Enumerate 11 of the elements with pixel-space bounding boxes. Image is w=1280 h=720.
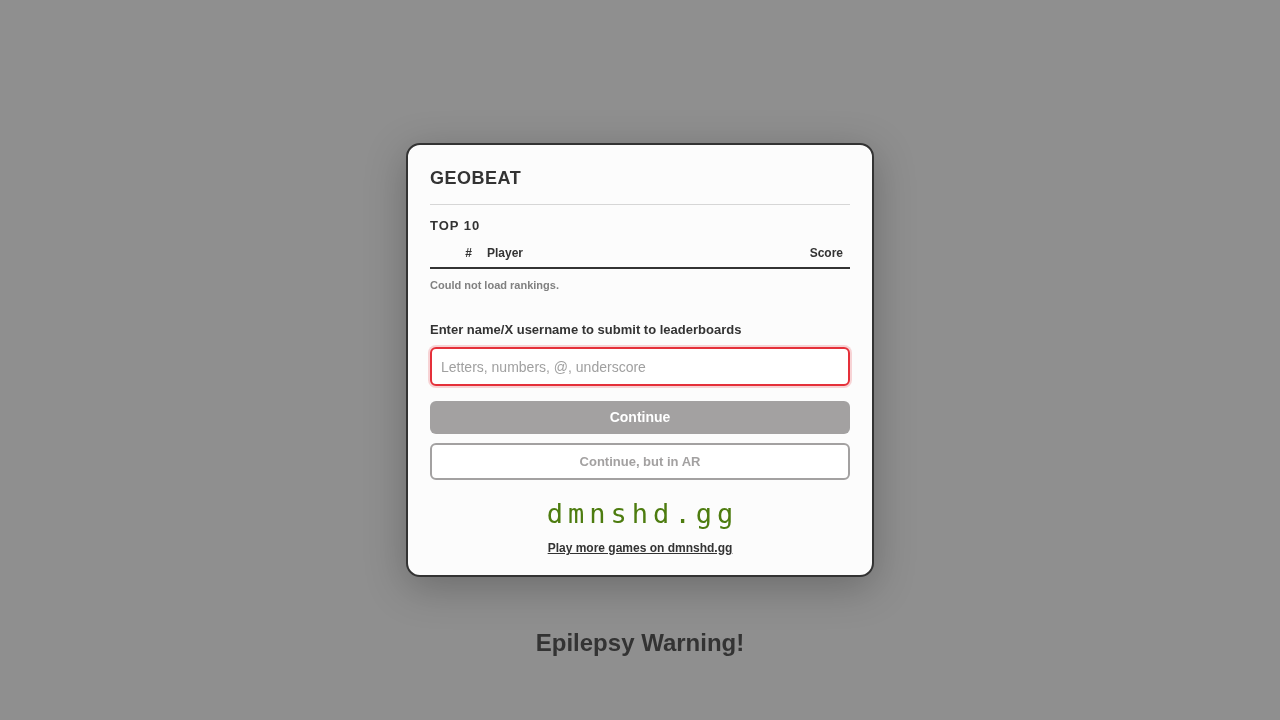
- column-header: #: [464, 246, 472, 260]
- warning-text: Epilepsy Warning!: [535, 629, 745, 657]
- games-link[interactable]: Play more games on dmnshd.gg: [547, 541, 733, 555]
- username-input[interactable]: Letters, numbers, @, underscore: [430, 347, 850, 386]
- app-title: GEOBEAT: [430, 167, 523, 189]
- logo-text: dmnshd.gg: [545, 499, 739, 529]
- column-header: Score: [809, 246, 844, 260]
- field-label: Enter name/X username to submit to leaderboards: [430, 322, 742, 338]
- leaderboard-heading: TOP 10: [430, 218, 481, 234]
- status-message: Could not load rankings.: [430, 279, 559, 292]
- column-header: Player: [487, 246, 524, 260]
